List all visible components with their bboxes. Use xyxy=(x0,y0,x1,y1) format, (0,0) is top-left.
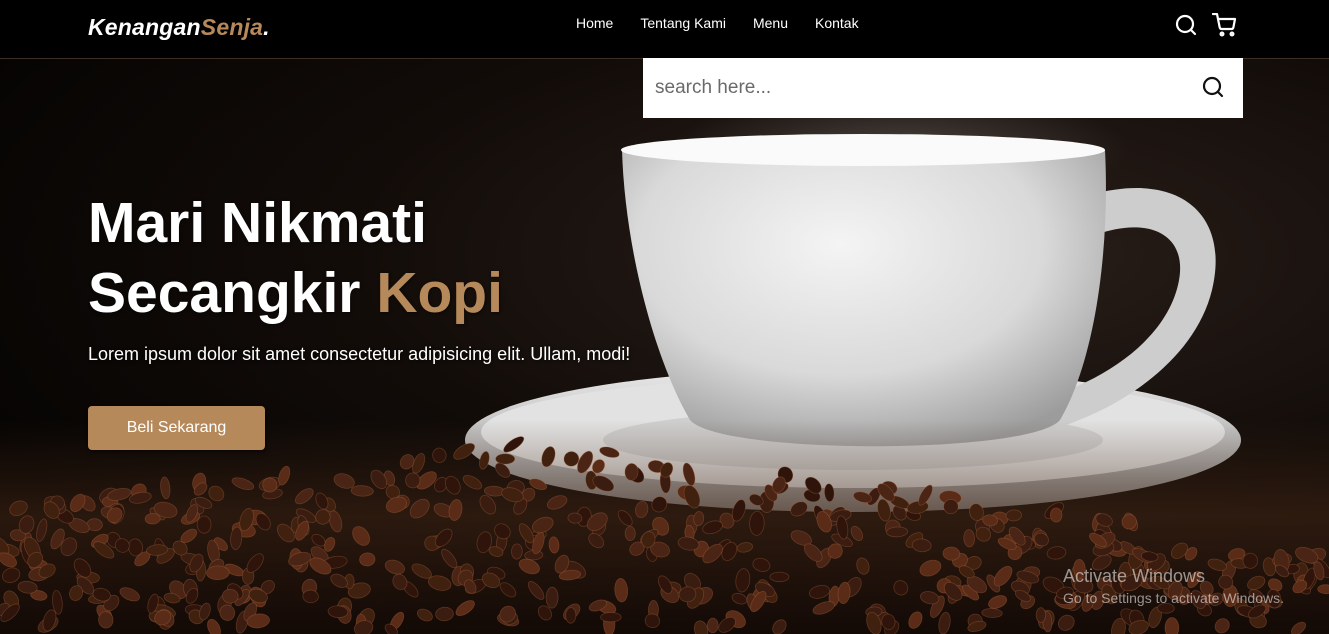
search-input[interactable] xyxy=(643,58,1183,118)
nav-item-home[interactable]: Home xyxy=(576,15,613,31)
brand-dot: . xyxy=(263,14,270,40)
nav-item-tentang-kami[interactable]: Tentang Kami xyxy=(640,15,726,31)
nav-item-kontak[interactable]: Kontak xyxy=(815,15,859,31)
brand-logo[interactable]: KenanganSenja. xyxy=(88,14,270,41)
hero-description: Lorem ipsum dolor sit amet consectetur a… xyxy=(88,344,631,364)
watermark-title: Activate Windows xyxy=(1063,566,1206,586)
windows-activation-watermark: Activate Windows Go to Settings to activ… xyxy=(1063,566,1284,606)
search-submit-icon[interactable] xyxy=(1201,75,1225,99)
hero-title-line1: Mari Nikmati xyxy=(88,191,427,255)
buy-now-button[interactable]: Beli Sekarang xyxy=(88,406,265,450)
search-icon[interactable] xyxy=(1174,13,1198,37)
hero-title-accent: Kopi xyxy=(376,261,503,325)
watermark-subtitle: Go to Settings to activate Windows. xyxy=(1063,590,1284,606)
brand-name-part2: Senja xyxy=(200,14,264,40)
hero-title: Mari Nikmati Secangkir Kopi xyxy=(88,188,503,328)
header-icons xyxy=(1174,12,1237,37)
main-nav: Home Tentang Kami Menu Kontak xyxy=(576,15,886,31)
cart-icon[interactable] xyxy=(1211,12,1237,37)
search-box xyxy=(643,58,1243,118)
brand-name-part1: Kenangan xyxy=(88,14,201,40)
nav-item-menu[interactable]: Menu xyxy=(753,15,788,31)
hero-title-line2: Secangkir xyxy=(88,261,377,325)
top-navbar: KenanganSenja. Home Tentang Kami Menu Ko… xyxy=(0,0,1329,59)
